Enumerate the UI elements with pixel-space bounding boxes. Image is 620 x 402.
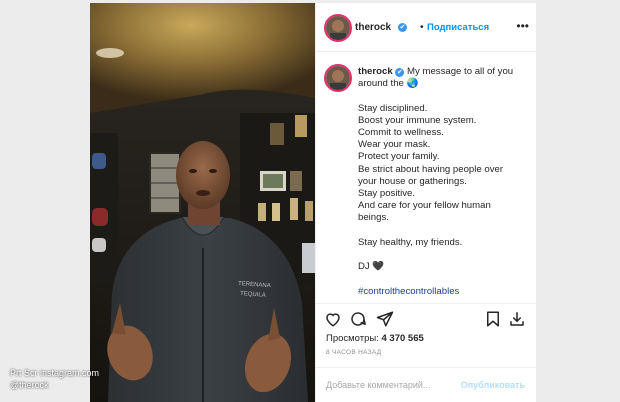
caption-line: Stay positive. bbox=[358, 188, 416, 200]
caption-line: And care for your fellow human bbox=[358, 200, 491, 212]
post-sidebar: therock ✔ • Подписаться ••• therock ✔ My… bbox=[315, 3, 536, 402]
caption-line: Stay disciplined. bbox=[358, 102, 428, 114]
publish-button[interactable]: Опубликовать bbox=[461, 380, 525, 390]
heart-icon[interactable] bbox=[324, 310, 342, 333]
watermark-line: Prt Scr instagram.com bbox=[10, 368, 100, 378]
caption-line: Protect your family. bbox=[358, 151, 440, 163]
separator-dot: • bbox=[420, 22, 424, 33]
post-video[interactable]: TERENANA TEQUILA bbox=[90, 3, 315, 402]
caption-line: Wear your mask. bbox=[358, 139, 431, 151]
caption-text: therock ✔ My message to all of you aroun… bbox=[358, 66, 530, 298]
caption-line: Stay healthy, my friends. bbox=[358, 236, 463, 248]
verified-badge-icon: ✔ bbox=[395, 68, 405, 77]
caption-line: around the 🌏 bbox=[358, 78, 419, 90]
verified-badge-icon: ✔ bbox=[398, 23, 407, 32]
avatar[interactable] bbox=[324, 14, 352, 42]
caption-line: beings. bbox=[358, 212, 389, 224]
post-timestamp[interactable]: 8 ЧАСОВ НАЗАД bbox=[326, 349, 381, 356]
caption-line: your house or gatherings. bbox=[358, 175, 467, 187]
watermark-handle: @therock bbox=[10, 380, 49, 390]
views-value: 4 370 565 bbox=[381, 333, 424, 344]
caption-blank bbox=[358, 273, 530, 285]
caption-blank bbox=[358, 225, 530, 237]
caption-line: My message to all of you bbox=[407, 66, 514, 77]
post-header: therock ✔ • Подписаться ••• bbox=[316, 3, 536, 52]
views-count: Просмотры: 4 370 565 bbox=[326, 333, 424, 344]
caption-avatar[interactable] bbox=[324, 64, 352, 92]
video-frame-image: TERENANA TEQUILA bbox=[90, 3, 315, 402]
caption-line bbox=[358, 90, 530, 102]
action-bar bbox=[316, 303, 536, 334]
follow-button[interactable]: Подписаться bbox=[427, 22, 489, 33]
bookmark-icon[interactable] bbox=[484, 310, 502, 333]
caption-line: Boost your immune system. bbox=[358, 114, 477, 126]
views-label: Просмотры: bbox=[326, 333, 379, 344]
caption-line: Commit to wellness. bbox=[358, 127, 444, 139]
comment-icon[interactable] bbox=[349, 310, 367, 333]
caption-line: DJ 🖤 bbox=[358, 261, 385, 273]
comment-box: Добавьте комментарий... Опубликовать bbox=[316, 367, 536, 402]
header-username[interactable]: therock bbox=[355, 22, 391, 33]
caption-username[interactable]: therock bbox=[358, 66, 393, 77]
hashtag-link[interactable]: #controlthecontrollables bbox=[358, 286, 530, 298]
download-icon[interactable] bbox=[508, 310, 526, 333]
more-icon[interactable]: ••• bbox=[516, 19, 529, 33]
post-caption: therock ✔ My message to all of you aroun… bbox=[316, 52, 536, 298]
caption-blank bbox=[358, 249, 530, 261]
instagram-post: TERENANA TEQUILA therock ✔ • Подписаться… bbox=[90, 3, 536, 402]
share-icon[interactable] bbox=[376, 310, 394, 333]
comment-input[interactable]: Добавьте комментарий... bbox=[326, 380, 430, 390]
caption-line: Be strict about having people over bbox=[358, 163, 504, 175]
